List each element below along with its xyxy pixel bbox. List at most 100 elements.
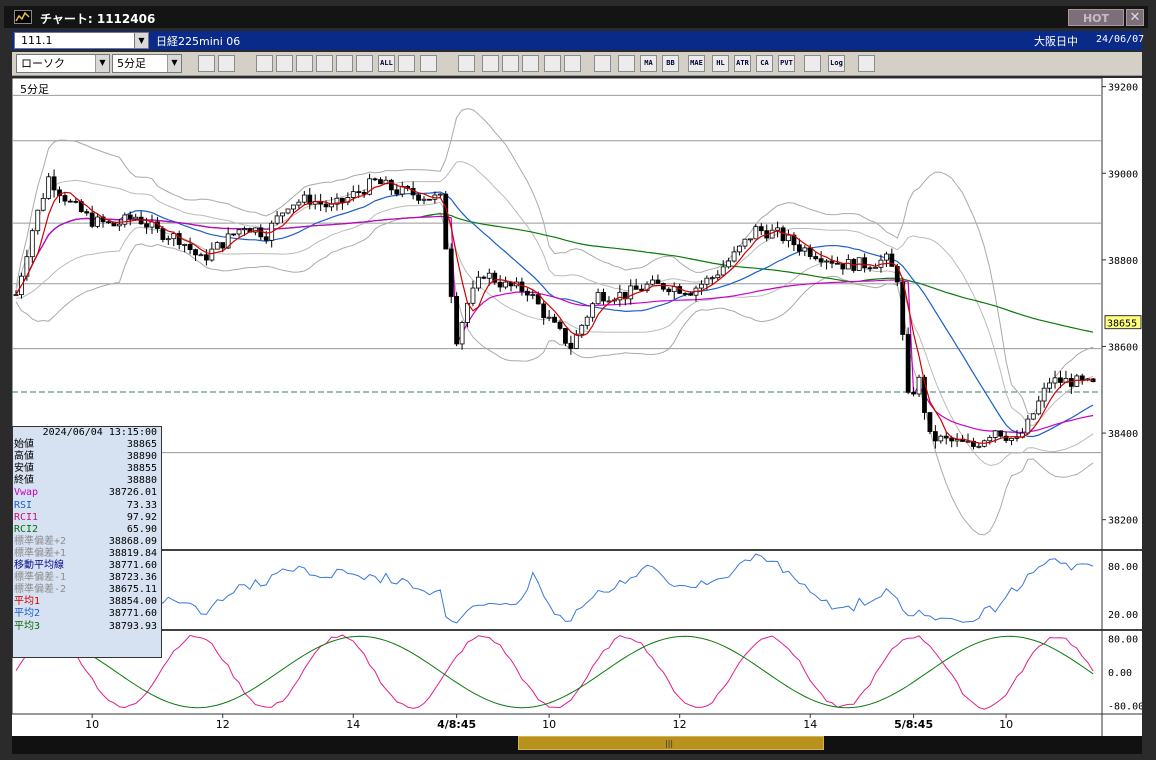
info-row-value: 38723.36 bbox=[108, 572, 157, 584]
hot-button[interactable]: HOT bbox=[1068, 9, 1124, 26]
search-stats-icon[interactable] bbox=[276, 55, 293, 72]
info-rows: 始値 38865 高値 38890 安値 38855 終値 38880 Vwap 38726.01… bbox=[13, 439, 161, 633]
candle-body bbox=[900, 281, 906, 335]
candle-body bbox=[938, 435, 944, 442]
ca-icon[interactable]: CA bbox=[756, 55, 773, 72]
atr-icon[interactable]: ATR bbox=[734, 55, 751, 72]
candle-a-icon[interactable] bbox=[336, 55, 353, 72]
bidask-icon[interactable] bbox=[296, 55, 313, 72]
ohlc-info-box: 2024/06/04 13:15:00 始値 38865 高値 38890 安値 3885… bbox=[12, 426, 162, 658]
brush-icon[interactable] bbox=[564, 55, 581, 72]
candle-body bbox=[1036, 400, 1042, 415]
chart-area[interactable]: 5分足 38200 38400 38600 38800 39000 39200 38655 80… bbox=[12, 78, 1142, 736]
close-icon[interactable]: ✕ bbox=[1126, 9, 1144, 26]
candle-body bbox=[296, 201, 302, 206]
split-icon[interactable] bbox=[218, 55, 235, 72]
candle-body bbox=[220, 242, 226, 249]
box-icon[interactable] bbox=[804, 55, 821, 72]
grey-icon[interactable] bbox=[316, 55, 333, 72]
trash-icon[interactable] bbox=[522, 55, 539, 72]
info-row-label: 標準偏差-2 bbox=[14, 584, 67, 596]
candle-body bbox=[242, 228, 247, 231]
candle-body bbox=[731, 251, 737, 262]
symbol-code-input[interactable]: 111.1 bbox=[14, 32, 138, 49]
cursor-icon[interactable] bbox=[458, 55, 475, 72]
all-icon[interactable]: ALL bbox=[378, 55, 395, 72]
hl-icon[interactable]: HL bbox=[712, 55, 729, 72]
candle-body bbox=[214, 242, 220, 250]
price-tick-label: 39000 bbox=[1108, 169, 1138, 180]
candle-body bbox=[459, 322, 465, 345]
price-tick-label: 38800 bbox=[1108, 256, 1138, 267]
info-row-label: 平均2 bbox=[14, 608, 41, 620]
bb-icon[interactable]: BB bbox=[662, 55, 679, 72]
info-row: 平均1 38854.00 bbox=[13, 596, 161, 608]
pvt-icon[interactable]: PVT bbox=[778, 55, 795, 72]
time-tick-label: 12 bbox=[673, 718, 687, 731]
candle-body bbox=[193, 249, 198, 256]
price-tick-label: 38400 bbox=[1108, 429, 1138, 440]
time-tick-label: 14 bbox=[803, 718, 817, 731]
info-row: 高値 38890 bbox=[13, 451, 161, 463]
info-row: Vwap 38726.01 bbox=[13, 487, 161, 499]
line-tool-icon[interactable] bbox=[398, 55, 415, 72]
candle-body bbox=[590, 303, 596, 318]
scrollbar-thumb[interactable]: ||| bbox=[518, 736, 824, 750]
candle-body bbox=[998, 430, 1004, 437]
candle-body bbox=[443, 193, 449, 250]
pattern-icon[interactable] bbox=[544, 55, 561, 72]
symbol-name: 日経225mini 06 bbox=[156, 35, 241, 48]
rsi-tick-label: 20.00 bbox=[1108, 610, 1138, 621]
mae-icon[interactable]: MAE bbox=[688, 55, 705, 72]
info-row-label: RCI2 bbox=[14, 523, 39, 535]
chart-type-select[interactable]: ローソク ▼ bbox=[16, 54, 110, 73]
candle-body bbox=[378, 179, 383, 185]
note-icon[interactable] bbox=[482, 55, 499, 72]
title-bar: チャート: 1112406 HOT ✕ bbox=[4, 6, 1148, 28]
candle-body bbox=[530, 294, 536, 297]
chevron-down-icon: ▼ bbox=[167, 55, 181, 72]
chart-svg[interactable]: 5分足 38200 38400 38600 38800 39000 39200 38655 80… bbox=[12, 78, 1142, 736]
candle-body bbox=[285, 208, 291, 214]
info-row-value: 97.92 bbox=[126, 511, 157, 523]
candle-body bbox=[579, 324, 585, 335]
candle-body bbox=[709, 277, 715, 280]
timeframe-select[interactable]: 5分足 ▼ bbox=[112, 54, 182, 73]
info-row-label: 平均3 bbox=[14, 620, 41, 632]
time-tick-label: 14 bbox=[346, 718, 360, 731]
candle-body bbox=[291, 204, 296, 210]
candle-body bbox=[73, 200, 79, 203]
info-row-value: 38726.01 bbox=[108, 487, 157, 499]
doc-icon[interactable] bbox=[502, 55, 519, 72]
horizontal-scrollbar[interactable]: ||| bbox=[12, 736, 1142, 754]
info-row-label: 標準偏差+2 bbox=[14, 535, 67, 547]
candle-body bbox=[372, 178, 378, 181]
pencil-icon[interactable] bbox=[420, 55, 437, 72]
zoom-icon[interactable] bbox=[198, 55, 215, 72]
candle-body bbox=[568, 342, 574, 349]
info-row-value: 38890 bbox=[126, 451, 157, 463]
time-tick-label: 12 bbox=[216, 718, 230, 731]
candle-b-icon[interactable] bbox=[356, 55, 373, 72]
candle-body bbox=[818, 258, 824, 263]
candle-body bbox=[144, 223, 149, 228]
info-row-value: 65.90 bbox=[126, 523, 157, 535]
info-row: RCI2 65.90 bbox=[13, 524, 161, 536]
chevron-down-icon[interactable]: ▼ bbox=[134, 32, 149, 49]
rci-tick-label: -80.00 bbox=[1108, 702, 1142, 713]
candle-body bbox=[748, 238, 753, 241]
candle-body bbox=[29, 230, 35, 258]
current-price-label: 38655 bbox=[1107, 319, 1137, 330]
candle-body bbox=[116, 223, 122, 227]
log-icon[interactable]: Log bbox=[828, 55, 845, 72]
candle-body bbox=[1014, 436, 1020, 439]
export-icon[interactable] bbox=[858, 55, 875, 72]
candle-body bbox=[552, 316, 557, 323]
color-icon[interactable] bbox=[594, 55, 611, 72]
ind-icon[interactable] bbox=[618, 55, 635, 72]
candle-body bbox=[796, 244, 802, 252]
ma-icon[interactable]: MA bbox=[640, 55, 657, 72]
candle-body bbox=[655, 279, 661, 284]
download-icon[interactable] bbox=[256, 55, 273, 72]
candle-body bbox=[911, 391, 916, 395]
